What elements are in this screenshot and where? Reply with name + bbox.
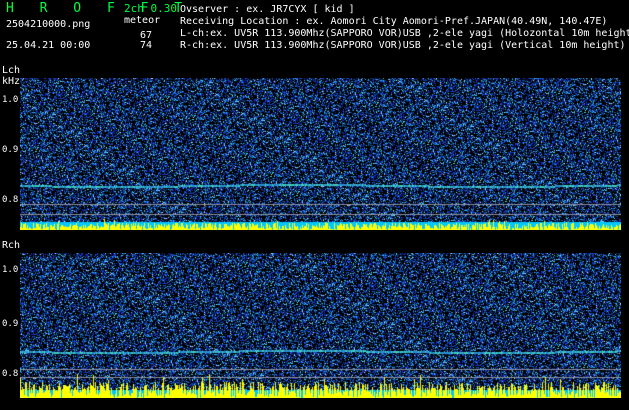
lch-ytick: 0.8	[2, 195, 19, 205]
rch-info-line: R-ch:ex. UV5R 113.900Mhz(SAPPORO VOR)USB…	[180, 40, 626, 51]
meteor-count-rch: 74	[140, 40, 153, 51]
lch-unit-label: kHz	[2, 76, 21, 87]
meteor-label: meteor	[124, 15, 161, 26]
rch-ytick: 0.8	[2, 369, 19, 379]
lch-ytick: 0.9	[2, 145, 19, 155]
version-label: 2ch 0.30	[124, 2, 177, 15]
rch-ytick: 0.9	[2, 319, 19, 329]
observer-line: Ovserver : ex. JR7CYX [ kid ]	[180, 4, 355, 15]
location-line: Receiving Location : ex. Aomori City Aom…	[180, 16, 608, 27]
timestamp-label: 25.04.21 00:00	[6, 40, 91, 51]
rch-ytick: 1.0	[2, 265, 19, 275]
lch-spectrogram	[20, 78, 621, 230]
rch-label: Rch	[2, 240, 21, 251]
lch-label: Lch	[2, 65, 21, 76]
lch-ytick: 1.0	[2, 95, 19, 105]
lch-info-line: L-ch:ex. UV5R 113.900Mhz(SAPPORO VOR)USB…	[180, 28, 629, 39]
rch-spectrogram	[20, 253, 621, 398]
filename-label: 2504210000.png	[6, 19, 91, 30]
